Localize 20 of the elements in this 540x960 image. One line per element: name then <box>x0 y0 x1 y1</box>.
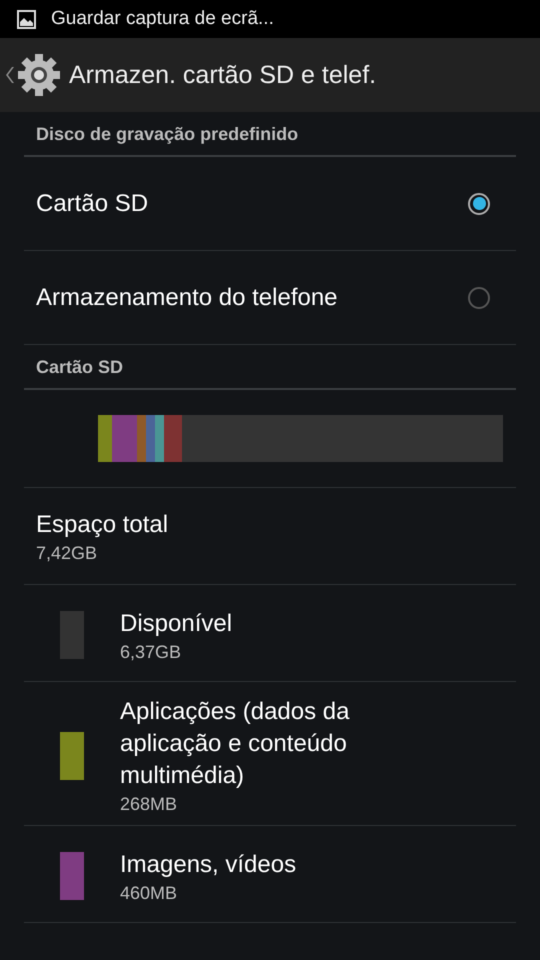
screen-title: Armazen. cartão SD e telef. <box>69 60 376 90</box>
category-size: 268MB <box>120 794 178 815</box>
category-label: Imagens, vídeos <box>120 850 298 880</box>
radio-button[interactable] <box>468 286 490 308</box>
section-header: Cartão SD <box>24 345 516 390</box>
total-value: 7,42GB <box>36 542 98 564</box>
total-label: Espaço total <box>36 510 168 540</box>
radio-button[interactable] <box>468 192 490 214</box>
section-header: Disco de gravação predefinido <box>24 112 516 157</box>
storage-option[interactable]: Armazenamento do telefone <box>24 251 516 345</box>
up-button[interactable] <box>6 53 61 97</box>
back-chevron-icon <box>6 66 15 84</box>
category-size: 6,37GB <box>120 642 182 662</box>
picture-icon <box>17 10 36 28</box>
category-label: Aplicações (dados da aplicação e conteúdo multimédia) <box>120 697 350 791</box>
gear-icon <box>17 53 61 97</box>
storage-option[interactable]: Cartão SD <box>24 157 516 251</box>
notification-text: Guardar captura de ecrã... <box>51 8 274 30</box>
category-label: Disponível <box>120 608 234 638</box>
category-size: 460MB <box>120 882 178 904</box>
